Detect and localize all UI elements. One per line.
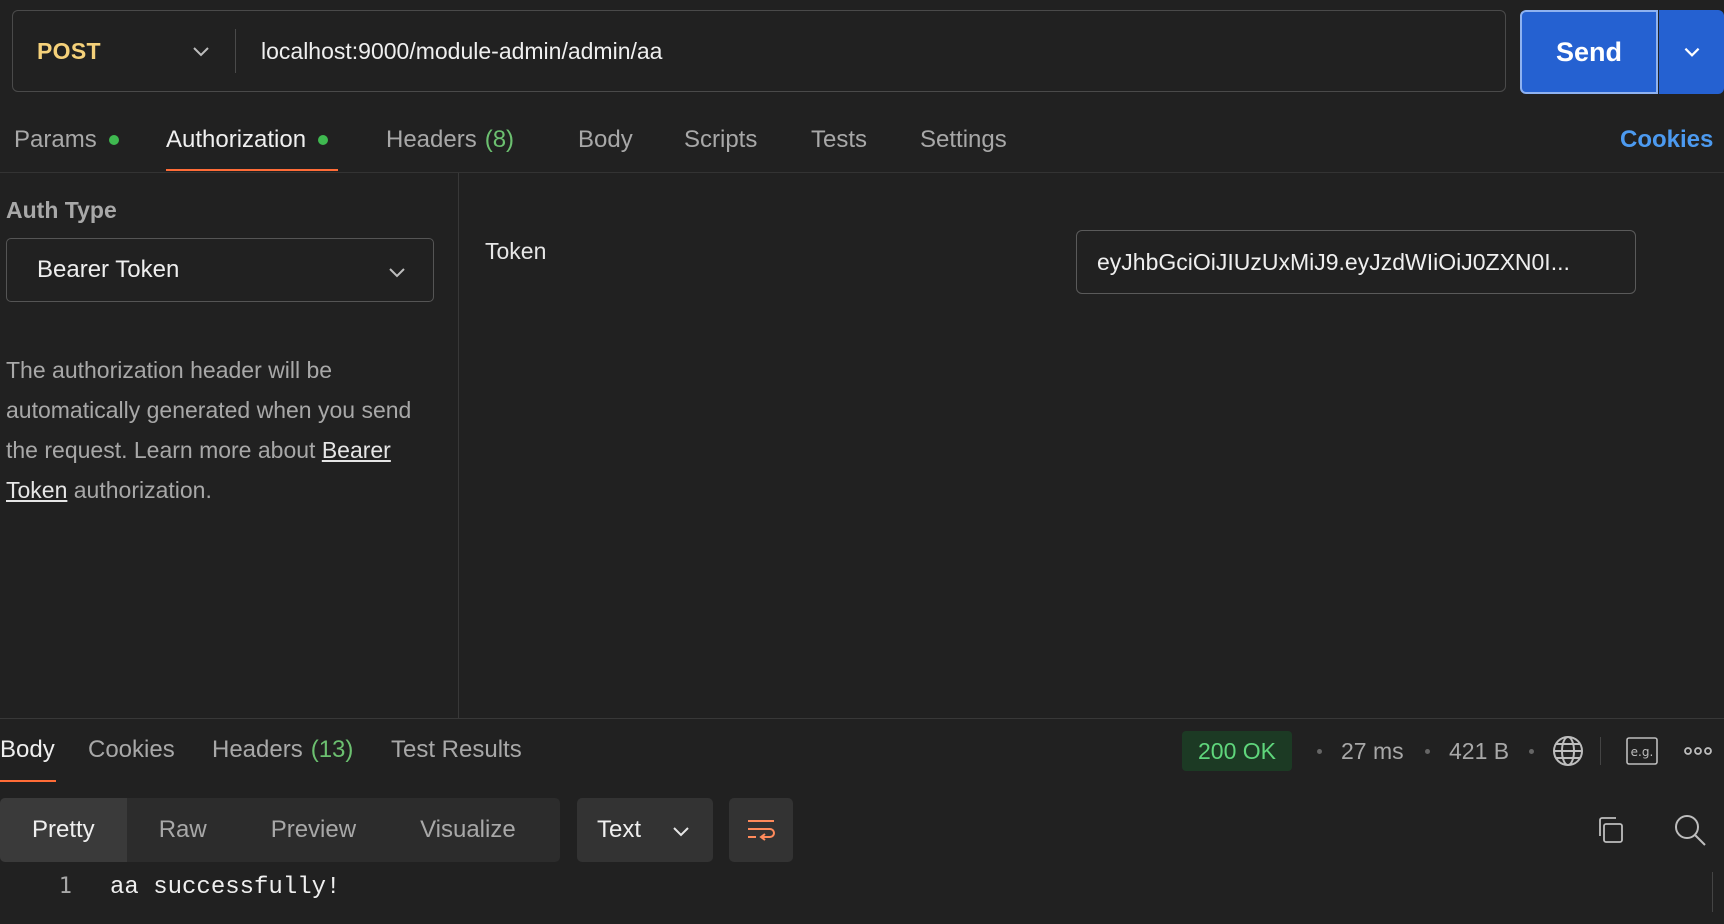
toolbar-separator [1600,737,1601,765]
view-visualize-button[interactable]: Visualize [388,798,548,862]
help-text-part: authorization. [67,477,212,503]
view-raw-button[interactable]: Raw [127,798,239,862]
response-size[interactable]: 421 B [1449,731,1509,771]
view-pretty-button[interactable]: Pretty [0,798,127,862]
auth-type-label: Auth Type [6,197,117,223]
scrollbar[interactable] [1712,872,1724,912]
copy-icon[interactable] [1590,810,1630,850]
chevron-down-icon [193,47,209,57]
search-icon[interactable] [1670,810,1710,850]
view-mode-group: Pretty Raw Preview Visualize [0,798,560,862]
meta-separator [1425,749,1430,754]
meta-separator [1529,749,1534,754]
response-tab-headers[interactable]: Headers (13) [212,726,353,774]
send-button[interactable]: Send [1520,10,1658,94]
response-tab-test-results[interactable]: Test Results [391,726,522,774]
auth-type-value: Bearer Token [37,256,180,283]
chevron-down-icon [673,827,689,837]
auth-help-text: The authorization header will be automat… [6,350,436,510]
response-time[interactable]: 27 ms [1341,731,1404,771]
method-label: POST [37,37,101,64]
response-body-line[interactable]: aa successfully! [110,874,340,901]
more-options-icon[interactable] [1678,731,1718,771]
url-input[interactable]: localhost:9000/module-admin/admin/aa [261,11,1485,91]
response-tab-body[interactable]: Body [0,726,55,774]
tab-count: (8) [484,126,515,153]
wrap-lines-icon [748,820,775,841]
method-select[interactable]: POST [37,11,227,91]
chevron-down-icon [389,268,405,278]
tab-settings[interactable]: Settings [920,116,1007,164]
url-separator [235,29,236,73]
auth-type-select[interactable]: Bearer Token [6,238,434,302]
network-globe-icon[interactable] [1548,731,1588,771]
example-icon-text: e.g. [1631,745,1654,759]
view-preview-button[interactable]: Preview [239,798,388,862]
panel-divider[interactable] [458,173,459,718]
format-value: Text [597,816,642,843]
format-select[interactable]: Text [577,798,713,862]
tab-label: Params [14,126,97,153]
tab-label: Headers [212,736,303,763]
chevron-down-icon [1684,47,1699,57]
status-dot [318,135,329,145]
tabs-divider [0,172,1724,173]
token-label: Token [485,238,547,264]
meta-separator [1317,749,1322,754]
tab-label: Headers [386,126,477,153]
response-divider[interactable] [0,718,1724,719]
active-tab-indicator [166,169,338,171]
line-number: 1 [58,874,72,899]
send-options-button[interactable] [1659,10,1724,94]
response-tab-cookies[interactable]: Cookies [88,726,175,774]
wrap-lines-button[interactable] [729,798,793,862]
token-input[interactable]: eyJhbGciOiJIUzUxMiJ9.eyJzdWIiOiJ0ZXN0I..… [1076,230,1636,294]
tab-headers[interactable]: Headers (8) [386,116,514,164]
url-bar: POST localhost:9000/module-admin/admin/a… [12,10,1506,92]
tab-label: Authorization [166,126,307,153]
status-dot [108,135,119,145]
tab-scripts[interactable]: Scripts [684,116,757,164]
tab-tests[interactable]: Tests [811,116,867,164]
active-tab-indicator [0,780,56,782]
cookies-link[interactable]: Cookies [1620,116,1713,164]
tab-authorization[interactable]: Authorization [166,116,329,164]
status-badge[interactable]: 200 OK [1182,731,1292,771]
tab-body[interactable]: Body [578,116,633,164]
tab-params[interactable]: Params [14,116,119,164]
tab-count: (13) [310,736,354,763]
save-example-icon[interactable]: e.g. [1622,731,1662,771]
